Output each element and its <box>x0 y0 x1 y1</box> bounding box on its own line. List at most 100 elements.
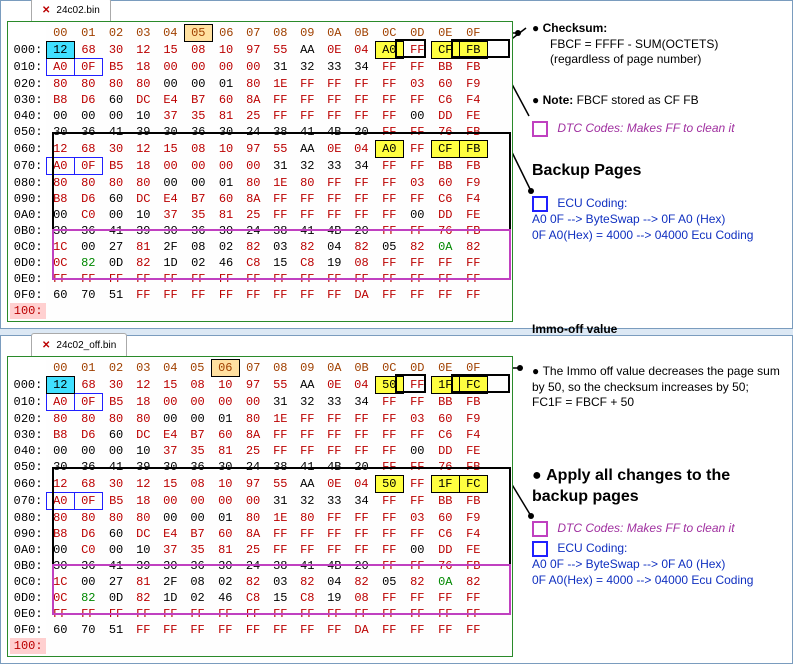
hex-cell[interactable]: F9 <box>459 175 487 192</box>
hex-cell[interactable]: B8 <box>46 191 74 207</box>
hex-cell[interactable]: 41 <box>102 459 130 476</box>
hex-cell[interactable]: AA <box>294 42 321 59</box>
hex-cell[interactable]: 37 <box>157 443 184 459</box>
hex-cell[interactable]: FF <box>157 622 184 638</box>
hex-cell[interactable]: 60 <box>46 287 74 303</box>
hex-cell[interactable]: 12 <box>46 141 74 158</box>
hex-cell[interactable]: FF <box>130 606 157 622</box>
hex-cell[interactable]: 04 <box>321 574 348 590</box>
hex-cell[interactable]: 00 <box>74 108 102 124</box>
hex-cell[interactable]: 03 <box>267 239 294 255</box>
hex-cell[interactable]: E4 <box>157 526 184 542</box>
hex-cell[interactable]: 80 <box>46 510 74 527</box>
hex-cell[interactable]: 04 <box>348 42 376 59</box>
hex-cell[interactable]: FF <box>348 207 376 223</box>
hex-cell[interactable]: 81 <box>211 542 239 558</box>
hex-cell[interactable]: FB <box>459 459 487 476</box>
hex-cell[interactable]: 00 <box>157 59 185 76</box>
hex-cell[interactable]: 33 <box>321 394 348 411</box>
hex-cell[interactable]: 0F <box>74 394 102 411</box>
hex-cell[interactable]: BB <box>431 59 459 76</box>
hex-cell[interactable]: B5 <box>102 158 130 175</box>
hex-cell[interactable]: FF <box>267 606 294 622</box>
hex-cell[interactable]: DC <box>130 526 157 542</box>
hex-cell[interactable]: 80 <box>102 411 130 428</box>
hex-cell[interactable]: FF <box>321 542 348 558</box>
hex-cell[interactable]: FF <box>403 459 431 476</box>
hex-cell[interactable]: 18 <box>130 394 157 411</box>
hex-cell[interactable]: 82 <box>294 574 321 590</box>
hex-cell[interactable]: 2F <box>157 574 184 590</box>
hex-cell[interactable]: 08 <box>348 590 376 606</box>
hex-cell[interactable]: B8 <box>46 92 74 108</box>
hex-cell[interactable]: 60 <box>211 526 239 542</box>
hex-cell[interactable]: 30 <box>102 377 130 394</box>
hex-cell[interactable]: FF <box>403 394 431 411</box>
hex-cell[interactable]: 1E <box>267 76 294 93</box>
hex-cell[interactable]: 15 <box>157 377 184 394</box>
hex-cell[interactable]: FF <box>403 493 431 510</box>
hex-cell[interactable]: 80 <box>74 510 102 527</box>
hex-cell[interactable]: FB <box>459 394 487 411</box>
hex-cell[interactable]: 15 <box>157 476 184 493</box>
hex-cell[interactable]: 00 <box>157 394 184 411</box>
hex-cell[interactable]: 00 <box>403 542 431 558</box>
hex-cell[interactable]: 00 <box>403 443 431 459</box>
hex-cell[interactable]: 1F <box>431 476 459 493</box>
hex-cell[interactable]: 80 <box>239 510 267 527</box>
hex-cell[interactable]: A0 <box>46 493 74 510</box>
hex-cell[interactable]: 39 <box>130 558 157 574</box>
hex-cell[interactable]: FF <box>375 175 403 192</box>
hex-cell[interactable]: FF <box>403 255 431 271</box>
hex-cell[interactable]: 0A <box>431 239 459 255</box>
hex-cell[interactable]: 97 <box>239 476 267 493</box>
hex-cell[interactable]: 08 <box>348 255 376 271</box>
hex-cell[interactable]: 03 <box>403 510 431 527</box>
hex-cell[interactable]: 27 <box>102 239 130 255</box>
hex-cell[interactable]: 32 <box>294 59 321 76</box>
hex-cell[interactable]: 00 <box>102 443 130 459</box>
hex-cell[interactable]: FF <box>348 76 376 93</box>
hex-dump[interactable]: 000102030405060708090A0B0C0D0E0F000:1268… <box>7 21 513 322</box>
hex-cell[interactable]: 02 <box>212 239 240 255</box>
hex-cell[interactable]: FF <box>294 411 321 428</box>
hex-cell[interactable]: FF <box>403 476 431 493</box>
hex-cell[interactable]: FF <box>294 271 321 287</box>
hex-cell[interactable]: FF <box>348 510 376 527</box>
hex-cell[interactable]: 0C <box>46 590 74 606</box>
hex-cell[interactable]: FF <box>267 92 294 108</box>
hex-cell[interactable]: 24 <box>239 558 267 574</box>
hex-cell[interactable]: 00 <box>211 394 239 411</box>
hex-cell[interactable]: 00 <box>184 493 212 510</box>
hex-cell[interactable]: FF <box>375 108 403 124</box>
hex-cell[interactable]: 00 <box>239 493 267 510</box>
hex-cell[interactable]: 30 <box>102 141 130 158</box>
hex-cell[interactable]: 18 <box>130 158 157 175</box>
hex-cell[interactable]: 1E <box>267 411 294 428</box>
hex-cell[interactable]: 0E <box>321 476 348 493</box>
hex-cell[interactable]: 30 <box>212 223 240 239</box>
hex-cell[interactable]: 00 <box>212 59 240 76</box>
hex-cell[interactable]: 02 <box>184 255 212 271</box>
hex-cell[interactable]: FF <box>212 271 240 287</box>
hex-cell[interactable]: 60 <box>431 76 459 93</box>
hex-cell[interactable]: FC <box>459 377 487 394</box>
hex-cell[interactable]: 12 <box>130 141 157 158</box>
hex-cell[interactable]: FF <box>403 42 431 59</box>
hex-cell[interactable]: FF <box>403 287 431 303</box>
hex-cell[interactable]: 50 <box>375 377 403 394</box>
hex-cell[interactable]: FF <box>212 287 240 303</box>
hex-cell[interactable]: 30 <box>157 124 185 141</box>
hex-cell[interactable]: FF <box>348 443 376 459</box>
hex-cell[interactable]: FF <box>294 191 321 207</box>
hex-cell[interactable]: 36 <box>74 124 102 141</box>
hex-cell[interactable]: 4B <box>321 459 348 476</box>
hex-cell[interactable]: FF <box>403 92 431 108</box>
hex-cell[interactable]: 55 <box>267 476 294 493</box>
hex-cell[interactable]: 12 <box>130 42 157 59</box>
hex-cell[interactable]: 82 <box>240 239 267 255</box>
hex-cell[interactable]: 08 <box>184 42 212 59</box>
hex-cell[interactable]: 12 <box>130 377 157 394</box>
hex-cell[interactable]: 41 <box>294 124 321 141</box>
hex-cell[interactable]: FF <box>130 287 157 303</box>
